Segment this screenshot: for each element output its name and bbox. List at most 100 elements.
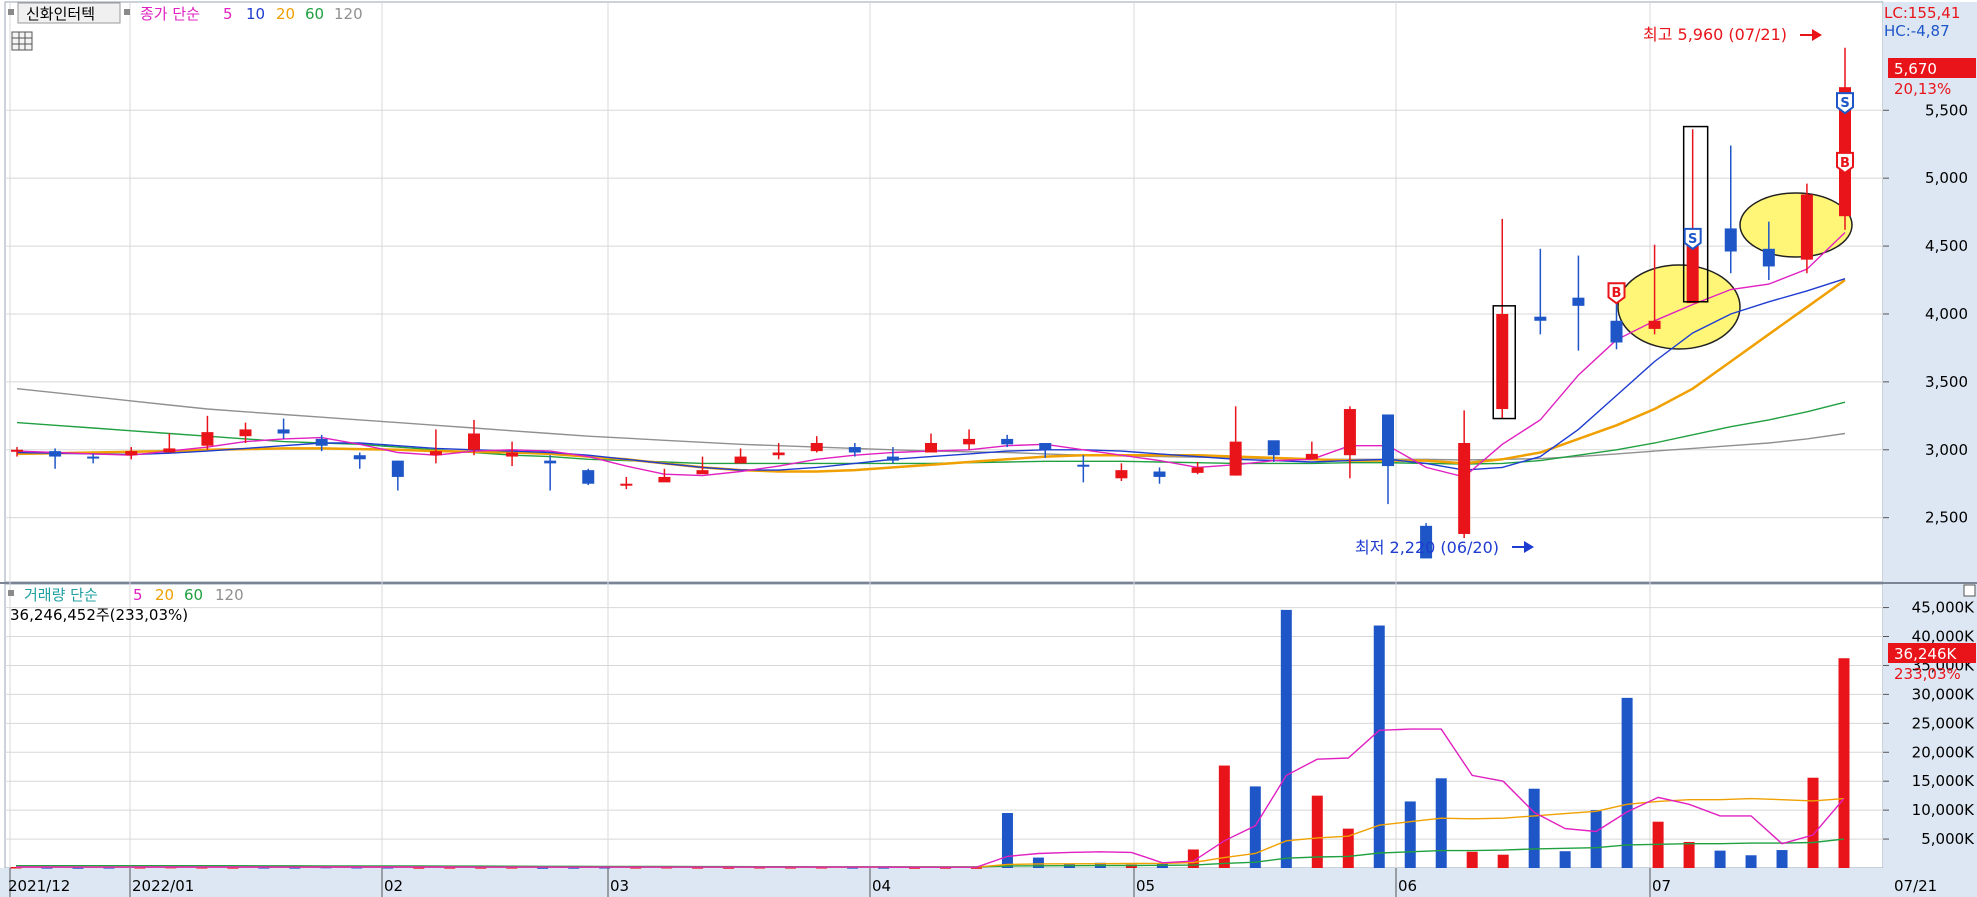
volume-tick-label: 25,000K [1912,714,1975,732]
date-tick-label: 03 [610,877,629,895]
volume-bar [1528,788,1540,868]
volume-bar [1745,855,1757,868]
volume-menu-icon[interactable] [8,590,14,596]
volume-legend-label: 거래량 단순 [24,586,98,604]
signal-label: S [1688,232,1697,247]
current-volume-text: 36,246,452주(233,03%) [10,606,188,624]
volume-bar [1776,850,1788,868]
candle-body [315,438,328,446]
candle-body [49,451,62,457]
vol-legend-period-60: 60 [184,586,203,604]
last-price: 5,670 [1894,60,1937,78]
volume-bar [1218,765,1230,868]
candle-body [620,483,633,486]
candle-body [87,456,100,459]
candle-body [1039,442,1052,450]
candle-body [1001,438,1014,445]
volume-tick-label: 30,000K [1912,685,1975,703]
volume-bar [1590,810,1602,868]
volume-bar [1714,850,1726,868]
end-date-label: 07/21 [1894,877,1937,895]
date-axis-panel [0,868,1977,897]
candle-body [772,452,785,456]
date-tick-label: 2022/01 [132,877,194,895]
legend-period-5: 5 [223,5,233,23]
candle-body [1800,194,1813,260]
candle-body [163,448,176,453]
legend-period-120: 120 [334,5,363,23]
candle-body [886,456,899,461]
candle-body [353,455,366,460]
candle-body [468,433,480,450]
legend-period-10: 10 [246,5,265,23]
low-note: 최저 2,220 (06/20) [1355,538,1499,557]
vol-legend-period-5: 5 [133,586,143,604]
candle-body [1610,320,1623,343]
signal-label: B [1612,286,1622,301]
candle-body [1077,464,1090,467]
last-volume-change: 233,03% [1894,665,1961,683]
stock-name: 신화인터텍 [26,5,95,23]
table-icon[interactable] [11,31,33,51]
volume-tick-label: 20,000K [1912,743,1975,761]
volume-bar [1497,854,1509,868]
highlight-oval [1617,264,1741,350]
price-tick-label: 3,000 [1925,441,1968,459]
volume-tick-label: 15,000K [1912,772,1975,790]
volume-bar [1621,697,1633,868]
candle-body [391,460,404,477]
candle-body [1229,441,1242,476]
signal-label: S [1840,96,1849,111]
candle-body [429,451,442,456]
volume-bar [1404,801,1416,868]
date-tick-label: 04 [872,877,891,895]
candle-body [1534,316,1547,321]
candle-body [277,429,290,434]
candle-body [1153,471,1166,477]
stock-chart[interactable]: 2,500 3,000 3,500 4,000 4,500 5,000 5,500 5,00… [0,0,1977,897]
price-tick-label: 5,500 [1925,101,1968,119]
candle-body [1572,297,1585,306]
candle-body [1382,414,1394,467]
volume-bar [1001,813,1013,868]
price-tick-label: 3,500 [1925,373,1968,391]
candle-body [1762,248,1775,267]
date-tick-label: 07 [1652,877,1671,895]
candle-body [506,452,519,457]
volume-tick-label: 40,000K [1912,628,1975,646]
price-panel[interactable] [4,1,1884,583]
panel-menu-icon[interactable] [8,9,14,15]
high-note: 최고 5,960 (07/21) [1643,25,1787,44]
volume-bar [1838,658,1850,868]
date-tick-label: 2021/12 [8,877,70,895]
highlight-oval [1739,192,1853,258]
candle-body [1458,442,1471,534]
legend-period-20: 20 [276,5,295,23]
last-change: 20,13% [1894,80,1951,98]
candle-body [201,432,214,446]
hc-readout: HC:-4,87 [1884,22,1950,40]
price-legend-label: 종가 단순 [140,5,200,23]
volume-panel-close-icon[interactable] [1963,584,1976,597]
candle-body [696,470,709,475]
candle-body [1191,467,1204,473]
candle-body [1343,409,1356,456]
signal-label: B [1840,156,1850,171]
candle-body [658,476,671,483]
candle-body [848,447,861,453]
volume-bar [1683,841,1695,868]
candle-body [544,460,557,464]
volume-bar [1280,609,1292,868]
volume-bar [1559,851,1571,868]
last-volume: 36,246K [1894,645,1957,663]
candle-body [1496,313,1509,410]
legend-menu-icon[interactable] [124,9,130,15]
price-tick-label: 2,500 [1925,509,1968,527]
volume-bar [1435,778,1447,868]
candle-body [1648,320,1661,329]
candle-body [925,442,937,453]
candle-body [734,456,747,464]
date-tick-label: 06 [1398,877,1417,895]
candle-body [11,449,23,452]
price-tick-label: 4,500 [1925,237,1968,255]
